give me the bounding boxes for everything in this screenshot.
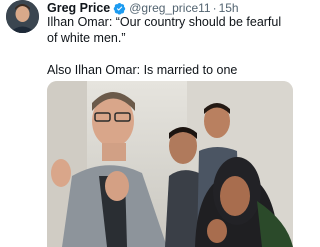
timestamp[interactable]: 15h: [219, 1, 239, 15]
tweet-photo[interactable]: [47, 81, 293, 247]
verified-badge-icon: [113, 2, 126, 14]
tweet-text-second: Also Ilhan Omar: Is married to one: [47, 63, 238, 77]
photo-image: [47, 81, 293, 247]
avatar-image: [6, 0, 39, 33]
avatar[interactable]: [6, 0, 39, 33]
tweet-header: Greg Price @greg_price11 · 15h: [47, 1, 239, 15]
separator-dot: ·: [212, 1, 217, 15]
tweet-text: Ilhan Omar: “Our country should be fearf…: [47, 15, 282, 45]
author-name[interactable]: Greg Price: [47, 1, 110, 15]
author-handle[interactable]: @greg_price11: [129, 1, 210, 15]
